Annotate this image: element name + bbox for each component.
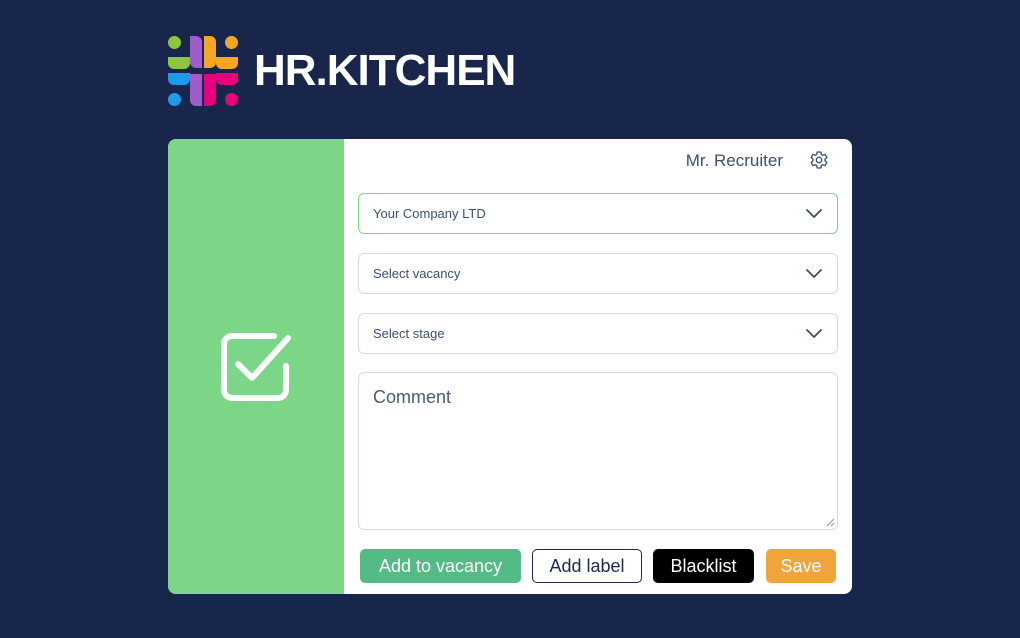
stage-select-placeholder: Select stage	[373, 326, 445, 341]
save-button[interactable]: Save	[766, 549, 836, 583]
resize-handle-icon[interactable]	[826, 518, 835, 527]
side-panel	[168, 139, 344, 594]
chevron-down-icon	[806, 329, 822, 338]
add-to-vacancy-button[interactable]: Add to vacancy	[360, 549, 521, 583]
stage-select[interactable]: Select stage	[358, 313, 838, 354]
checkbox-checked-icon	[221, 333, 291, 401]
add-label-button[interactable]: Add label	[532, 549, 642, 583]
vacancy-select-placeholder: Select vacancy	[373, 266, 461, 281]
extension-panel: Mr. Recruiter Your Company LTD Select va…	[168, 139, 852, 594]
vacancy-select[interactable]: Select vacancy	[358, 253, 838, 294]
comment-textarea[interactable]: Comment	[358, 372, 838, 530]
chevron-down-icon	[806, 209, 822, 218]
gear-icon[interactable]	[809, 150, 829, 170]
company-select[interactable]: Your Company LTD	[358, 193, 838, 234]
brand: HR.KITCHEN	[167, 35, 516, 107]
brand-name: HR.KITCHEN	[254, 46, 516, 95]
blacklist-button[interactable]: Blacklist	[653, 549, 754, 583]
comment-placeholder: Comment	[373, 387, 452, 407]
company-select-value: Your Company LTD	[373, 206, 486, 221]
hr-kitchen-logo-icon	[168, 36, 238, 106]
user-name: Mr. Recruiter	[685, 151, 783, 170]
chevron-down-icon	[806, 269, 822, 278]
